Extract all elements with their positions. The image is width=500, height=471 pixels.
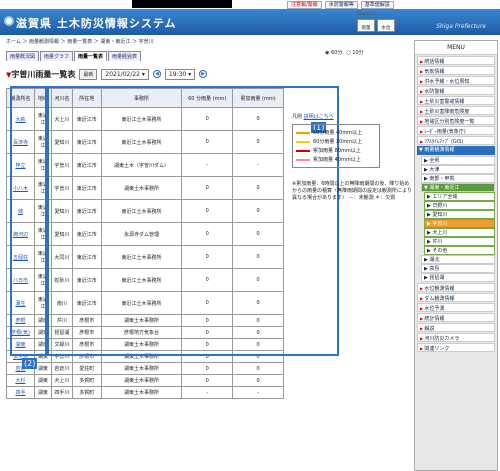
sidebar-item[interactable]: ﾚｰﾀﾞｰ雨量(気象庁) [417, 126, 495, 135]
radio-60[interactable]: ◉ 60分 [325, 49, 342, 56]
legend-item: 累加雨量 80mm以上 [296, 146, 376, 155]
legend-panel: 凡例 説明はこちら 60分雨量 40mm以上 60分雨量 20mm以上 累加雨量 8… [292, 113, 412, 202]
legend-item: 60分雨量 40mm以上 [296, 128, 376, 137]
latest-button[interactable]: 最新 [79, 68, 98, 80]
sidebar-item[interactable]: ﾘｱﾙﾀｲﾑﾏｯﾌﾟ (GIS) [417, 136, 495, 145]
sidebar-item[interactable]: 解説 [417, 323, 495, 332]
annotation-box-2 [10, 86, 47, 356]
site-subtitle: Shiga Prefecture [436, 23, 486, 30]
sidebar-subitem[interactable]: ▶ 高島 [421, 264, 495, 273]
sidebar-item[interactable]: 河川防災カメラ [417, 333, 495, 342]
sidebar-subsubitem[interactable]: ▶ 愛知川 [424, 210, 495, 219]
page-title: ▼宇曽川雨量一覧表 [6, 69, 76, 79]
table-cell: 四手川 [50, 386, 73, 399]
table-cell: 岩倉川 [50, 362, 73, 375]
link-warning[interactable]: 注意報/警報 [287, 1, 322, 9]
top-bar: 注意報/警報 水防警報等 基準値解説 [0, 0, 500, 9]
sidebar-item[interactable]: 水位予測 [417, 303, 495, 312]
legend-swatch [296, 158, 310, 161]
legend-item: 累加雨量 40mm以上 [296, 155, 376, 164]
site-title: 滋賀県 土木防災情報システム [16, 17, 177, 30]
tab-graph[interactable]: 雨量グラフ [40, 51, 74, 61]
sidebar-subitem[interactable]: ▶ 南部・甲賀 [421, 174, 495, 183]
sidebar-subitem[interactable]: ▶ 全県 [421, 156, 495, 165]
table-row: 大杉 湖東 犬上川 多賀町 湖東土木事務所 0 0 [6, 374, 284, 387]
site-header: 滋賀県 土木防災情報システム Shiga Prefecture [0, 9, 500, 35]
sidebar-subitem[interactable]: ▶ 湖北 [421, 255, 495, 264]
legend-item: 60分雨量 20mm以上 [296, 137, 376, 146]
sidebar-item[interactable]: 地域区分別危険度一覧 [417, 116, 495, 125]
breadcrumb[interactable]: ホーム ＞ 雨量観測情報 ＞ 雨量一覧表 ＞ 湖東・東近江 ＞ 宇曽川 [6, 38, 410, 45]
sidebar-item[interactable]: 洪水予報・水位周知 [417, 76, 495, 85]
sidebar-item[interactable]: 統括情報 [417, 56, 495, 65]
sidebar-subsubitem[interactable]: ▶ 宇曽川 [424, 219, 495, 228]
tab-list[interactable]: 雨量一覧表 [74, 51, 108, 61]
menu-header: MENU [415, 41, 497, 55]
table-cell: 0 [181, 374, 234, 387]
sidebar-subsubitem[interactable]: ▶ その他 [424, 246, 495, 255]
link-standard[interactable]: 基準値解説 [360, 1, 394, 9]
sidebar-item[interactable]: 気象情報 [417, 66, 495, 75]
table-cell: - [232, 386, 284, 399]
sidebar-subsubitem[interactable]: ▶ 日野川 [424, 201, 495, 210]
legend-swatch [296, 140, 310, 143]
table-cell: 湖東土木事務所 [100, 374, 183, 387]
link-flood[interactable]: 水防警報等 [324, 1, 358, 9]
table-cell: 愛荘町 [71, 362, 102, 375]
sidebar-item[interactable]: ダム観測情報 [417, 293, 495, 302]
table-cell: 0 [181, 362, 234, 375]
logo-icon [4, 16, 14, 26]
shortcut-water-button[interactable]: 水位 [377, 19, 395, 32]
table-row: 岩倉 湖東 岩倉川 愛荘町 湖東土木事務所 0 0 [6, 362, 284, 375]
shortcut-rain-button[interactable]: 雨量 [357, 19, 375, 32]
sidebar-item[interactable]: 関連リンク [417, 343, 495, 352]
station-link[interactable]: 大杉 [6, 374, 35, 387]
sidebar-group[interactable]: ▼ 雨量観測情報 [417, 146, 495, 155]
redacted-bar [132, 0, 232, 8]
table-cell: 湖東 [33, 386, 52, 399]
legend-note: ※累加雨量：6時間以上の無降雨期間の後、降り始めからの雨量の積算（無降雨期間の設… [292, 181, 412, 201]
sidebar-item[interactable]: 統計情報 [417, 313, 495, 322]
sidebar-subsubitem[interactable]: ▶ エリア全域 [424, 192, 495, 201]
controls: ▼宇曽川雨量一覧表 最新 2021/02/22 ▾ ◀ 19:30 ▾ ▶ [6, 68, 410, 80]
table-row: 四手 湖東 四手川 多賀町 湖東土木事務所 - - [6, 386, 284, 399]
sidebar-item[interactable]: 土砂災害降雨危険度 [417, 106, 495, 115]
table-cell: 多賀町 [71, 386, 102, 399]
next-icon[interactable]: ▶ [199, 70, 208, 78]
table-cell: 湖東土木事務所 [100, 386, 183, 399]
legend-swatch [296, 131, 310, 134]
table-cell: 湖東土木事務所 [100, 362, 183, 375]
legend-box: 60分雨量 40mm以上 60分雨量 20mm以上 累加雨量 80mm以上 累加雨量 … [292, 124, 380, 168]
radio-10[interactable]: ○ 10分 [346, 49, 363, 56]
table-cell: 犬上川 [50, 374, 73, 387]
table-cell: - [181, 386, 234, 399]
sidebar-subsubitem[interactable]: ▶ 犬上川 [424, 228, 495, 237]
table-cell: 0 [232, 362, 284, 375]
shortcut-label: Shortcut [357, 12, 377, 17]
sidebar-item[interactable]: 土砂災害警戒情報 [417, 96, 495, 105]
prev-icon[interactable]: ◀ [152, 70, 161, 78]
table-cell: 多賀町 [71, 374, 102, 387]
annotation-label-2: (2) [22, 358, 38, 369]
sidebar-subitem[interactable]: ▶ 琵琶湖 [421, 273, 495, 282]
sidebar-menu: MENU 統括情報気象情報洪水予報・水位周知水防警報土砂災害警戒情報土砂災害降雨… [414, 40, 498, 471]
interval-radios: ◉ 60分 ○ 10分 [325, 49, 364, 56]
sidebar-subsubitem[interactable]: ▶ 芹川 [424, 237, 495, 246]
station-link[interactable]: 四手 [6, 386, 35, 399]
sidebar-item[interactable]: 水位観測情報 [417, 283, 495, 292]
sidebar-subitem[interactable]: ▶ 大津 [421, 165, 495, 174]
sidebar-subitem-active[interactable]: ▼ 湖東・東近江 [421, 183, 495, 192]
table-cell: 0 [232, 374, 284, 387]
table-cell: 湖東 [33, 374, 52, 387]
date-field[interactable]: 2021/02/22 ▾ [101, 68, 149, 80]
tab-overview[interactable]: 雨量概況図 [6, 51, 40, 61]
sidebar-item[interactable]: 水防警報 [417, 86, 495, 95]
legend-swatch [296, 149, 310, 152]
tab-progress[interactable]: 雨量経過表 [108, 51, 142, 61]
main-content: ホーム ＞ 雨量観測情報 ＞ 雨量一覧表 ＞ 湖東・東近江 ＞ 宇曽川 雨量概況… [6, 38, 410, 80]
time-select[interactable]: 19:30 ▾ [164, 68, 196, 80]
legend-link[interactable]: 凡例 説明はこちら [292, 113, 407, 120]
